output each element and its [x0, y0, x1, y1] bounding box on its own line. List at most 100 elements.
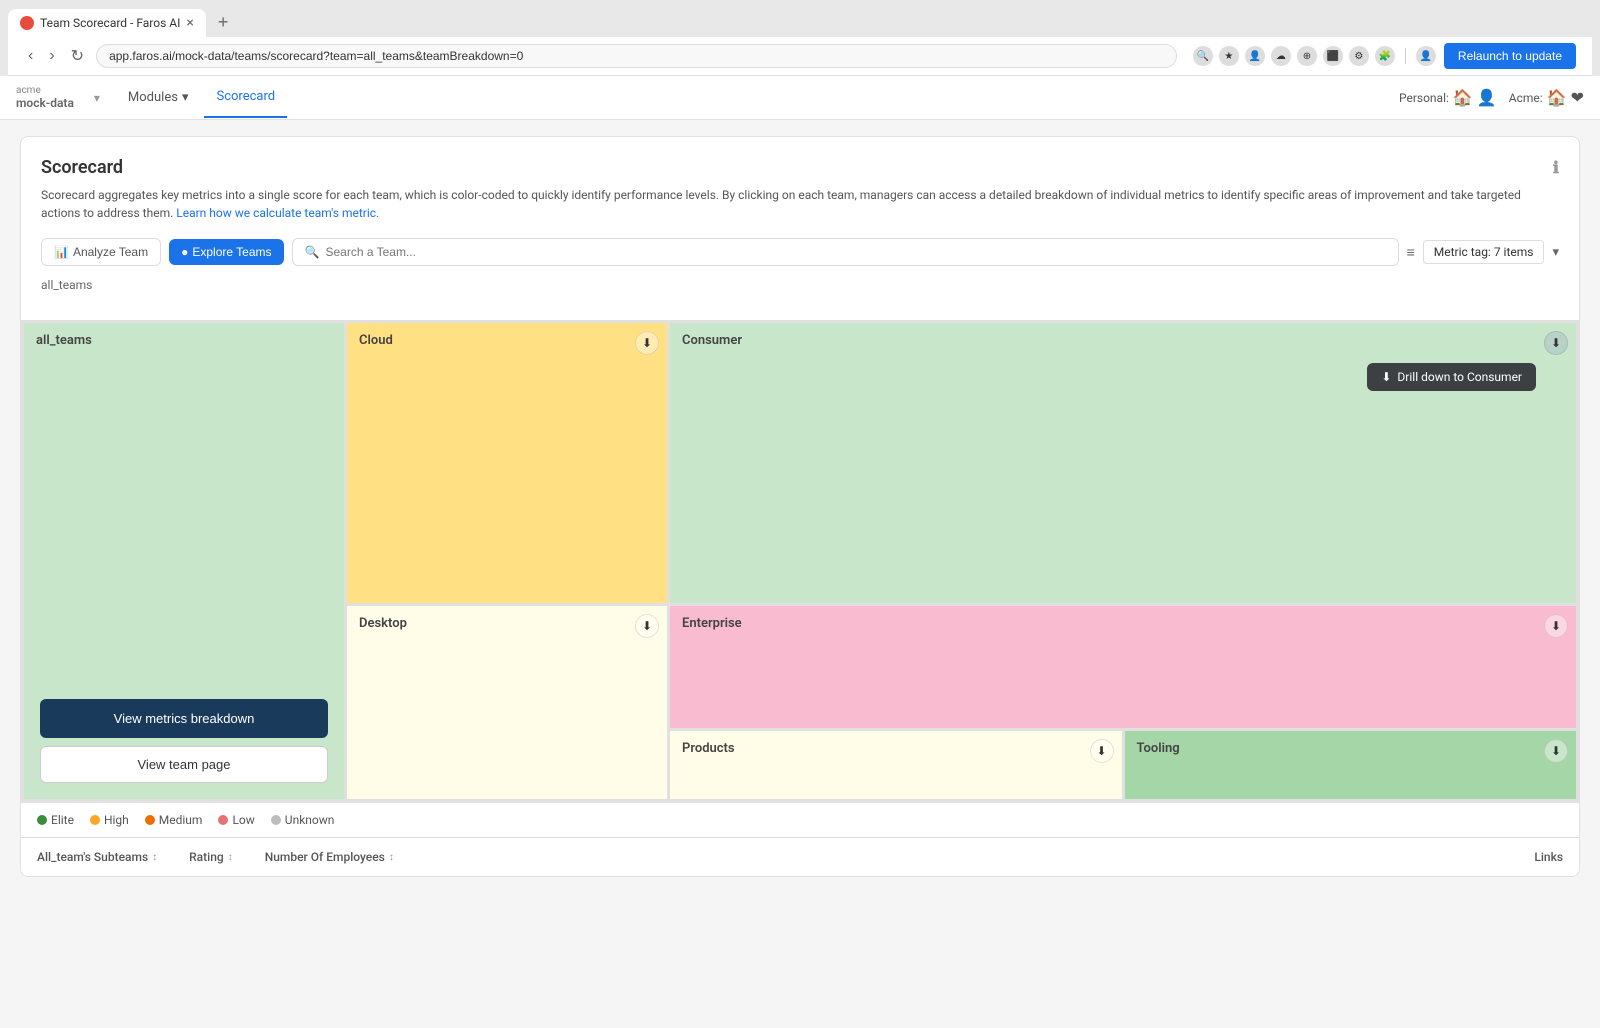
metric-tag[interactable]: Metric tag: 7 items: [1423, 240, 1545, 264]
col-employees[interactable]: Number Of Employees ↕: [265, 850, 394, 864]
back-button[interactable]: ‹: [24, 45, 37, 67]
legend-elite: Elite: [37, 813, 74, 827]
sort-rating-icon: ↕: [228, 852, 233, 863]
tab-title: Team Scorecard - Faros AI: [40, 16, 180, 30]
tooling-label: Tooling: [1125, 731, 1577, 766]
right-column: Enterprise ⬇ Products ⬇ Tooling ⬇: [670, 606, 1576, 799]
analyze-team-button[interactable]: 📊 Analyze Team: [41, 238, 161, 266]
workspace-selector[interactable]: acme mock-data: [16, 85, 74, 110]
treemap-cell-all-teams[interactable]: all_teams View metrics breakdown View te…: [24, 323, 344, 799]
drill-icon: ⬇: [1381, 370, 1391, 384]
nav-links: Modules ▾ Scorecard: [116, 77, 1399, 118]
toolbar-icons: 🔍 ★ 👤 ☁ ⊕ ⬛ ⚙ 🧩 👤: [1193, 46, 1436, 66]
app-navigation: acme mock-data ▾ Modules ▾ Scorecard Per…: [0, 76, 1600, 120]
legend-unknown: Unknown: [271, 813, 335, 827]
new-tab-button[interactable]: +: [210, 8, 237, 37]
view-team-page-button[interactable]: View team page: [40, 746, 328, 783]
sort-employees-icon: ↕: [389, 852, 394, 863]
scorecard-description: Scorecard aggregates key metrics into a …: [41, 186, 1559, 222]
bottom-row: Products ⬇ Tooling ⬇: [670, 731, 1576, 799]
enterprise-label: Enterprise: [670, 606, 1576, 641]
filter-area: ≡ Metric tag: 7 items ▾: [1407, 240, 1559, 264]
treemap-cell-cloud[interactable]: Cloud ⬇: [347, 323, 667, 603]
explore-teams-button[interactable]: ● Explore Teams: [169, 239, 283, 265]
forward-button[interactable]: ›: [45, 45, 58, 67]
reload-button[interactable]: ↻: [67, 44, 88, 68]
elite-dot: [37, 815, 47, 825]
browser-chrome: Team Scorecard - Faros AI × + ‹ › ↻ 🔍 ★ …: [0, 0, 1600, 76]
acme-selector[interactable]: Acme: 🏠 ❤: [1509, 88, 1584, 107]
treemap-cell-desktop[interactable]: Desktop ⬇: [347, 606, 667, 799]
scorecard-title-text: Scorecard: [41, 157, 123, 178]
legend-low: Low: [218, 813, 254, 827]
controls-bar: 📊 Analyze Team ● Explore Teams 🔍 ≡ Metri…: [41, 238, 1559, 266]
info-icon[interactable]: ℹ: [1553, 158, 1559, 177]
treemap-cell-enterprise[interactable]: Enterprise ⬇: [670, 606, 1576, 728]
extension-icon[interactable]: ⬛: [1323, 46, 1343, 66]
tooling-drill-button[interactable]: ⬇: [1544, 739, 1568, 763]
share-icon[interactable]: ⊕: [1297, 46, 1317, 66]
products-drill-button[interactable]: ⬇: [1090, 739, 1114, 763]
explore-icon: ●: [181, 245, 188, 259]
relaunch-button[interactable]: Relaunch to update: [1444, 43, 1576, 69]
medium-dot: [145, 815, 155, 825]
extension-icon2[interactable]: ⚙: [1349, 46, 1369, 66]
all-teams-actions: View metrics breakdown View team page: [24, 683, 344, 799]
bookmark-icon[interactable]: ★: [1219, 46, 1239, 66]
consumer-drill-button[interactable]: ⬇: [1544, 331, 1568, 355]
workspace-name: mock-data: [16, 96, 74, 110]
filter-icon: ≡: [1407, 244, 1415, 261]
col-rating[interactable]: Rating ↕: [189, 850, 233, 864]
cloud-icon[interactable]: ☁: [1271, 46, 1291, 66]
col-links: Links: [1534, 850, 1563, 864]
drill-down-tooltip: ⬇ Drill down to Consumer: [1367, 363, 1536, 391]
user-avatar[interactable]: 👤: [1416, 46, 1436, 66]
cloud-label: Cloud: [347, 323, 667, 358]
chevron-down-icon[interactable]: ▾: [1552, 245, 1559, 260]
tab-bar: Team Scorecard - Faros AI × +: [8, 8, 1592, 37]
search-icon[interactable]: 🔍: [1193, 46, 1213, 66]
breadcrumb: all_teams: [41, 278, 1559, 292]
all-teams-label: all_teams: [24, 323, 344, 358]
desktop-label: Desktop: [347, 606, 667, 641]
profile-icon[interactable]: 👤: [1245, 46, 1265, 66]
analyze-icon: 📊: [54, 245, 69, 259]
desktop-drill-button[interactable]: ⬇: [635, 614, 659, 638]
nav-right: Personal: 🏠 👤 Acme: 🏠 ❤: [1399, 88, 1584, 107]
table-header: All_team's Subteams ↕ Rating ↕ Number Of…: [21, 837, 1579, 876]
products-label: Products: [670, 731, 1122, 766]
personal-selector[interactable]: Personal: 🏠 👤: [1399, 88, 1497, 107]
search-icon: 🔍: [305, 245, 320, 259]
search-box: 🔍: [292, 238, 1399, 266]
active-tab[interactable]: Team Scorecard - Faros AI ×: [8, 9, 206, 37]
high-dot: [90, 815, 100, 825]
treemap: all_teams View metrics breakdown View te…: [21, 320, 1579, 802]
treemap-cell-consumer[interactable]: Consumer ⬇ ⬇ Drill down to Consumer: [670, 323, 1576, 603]
scorecard-container: Scorecard ℹ Scorecard aggregates key met…: [20, 136, 1580, 877]
tab-favicon: [20, 16, 34, 30]
consumer-label: Consumer: [670, 323, 1576, 358]
sort-subteams-icon: ↕: [152, 852, 157, 863]
scorecard-body: Scorecard ℹ Scorecard aggregates key met…: [21, 137, 1579, 320]
main-content: Scorecard ℹ Scorecard aggregates key met…: [0, 120, 1600, 1028]
address-bar: ‹ › ↻ 🔍 ★ 👤 ☁ ⊕ ⬛ ⚙ 🧩 👤 Relaunch to upda…: [8, 37, 1592, 76]
address-input[interactable]: [96, 44, 1177, 68]
workspace-org: acme: [16, 85, 74, 96]
treemap-cell-tooling[interactable]: Tooling ⬇: [1125, 731, 1577, 799]
view-metrics-button[interactable]: View metrics breakdown: [40, 699, 328, 738]
tab-close-button[interactable]: ×: [186, 15, 193, 31]
unknown-dot: [271, 815, 281, 825]
enterprise-drill-button[interactable]: ⬇: [1544, 614, 1568, 638]
col-subteams[interactable]: All_team's Subteams ↕: [37, 850, 157, 864]
legend: Elite High Medium Low Unknown: [21, 802, 1579, 837]
modules-nav-link[interactable]: Modules ▾: [116, 78, 201, 117]
legend-high: High: [90, 813, 129, 827]
low-dot: [218, 815, 228, 825]
learn-link[interactable]: Learn how we calculate team's metric.: [176, 206, 379, 220]
cloud-drill-button[interactable]: ⬇: [635, 331, 659, 355]
treemap-cell-products[interactable]: Products ⬇: [670, 731, 1122, 799]
scorecard-nav-link[interactable]: Scorecard: [204, 77, 287, 118]
legend-medium: Medium: [145, 813, 203, 827]
team-search-input[interactable]: [325, 245, 1385, 259]
extension-icon3[interactable]: 🧩: [1375, 46, 1395, 66]
